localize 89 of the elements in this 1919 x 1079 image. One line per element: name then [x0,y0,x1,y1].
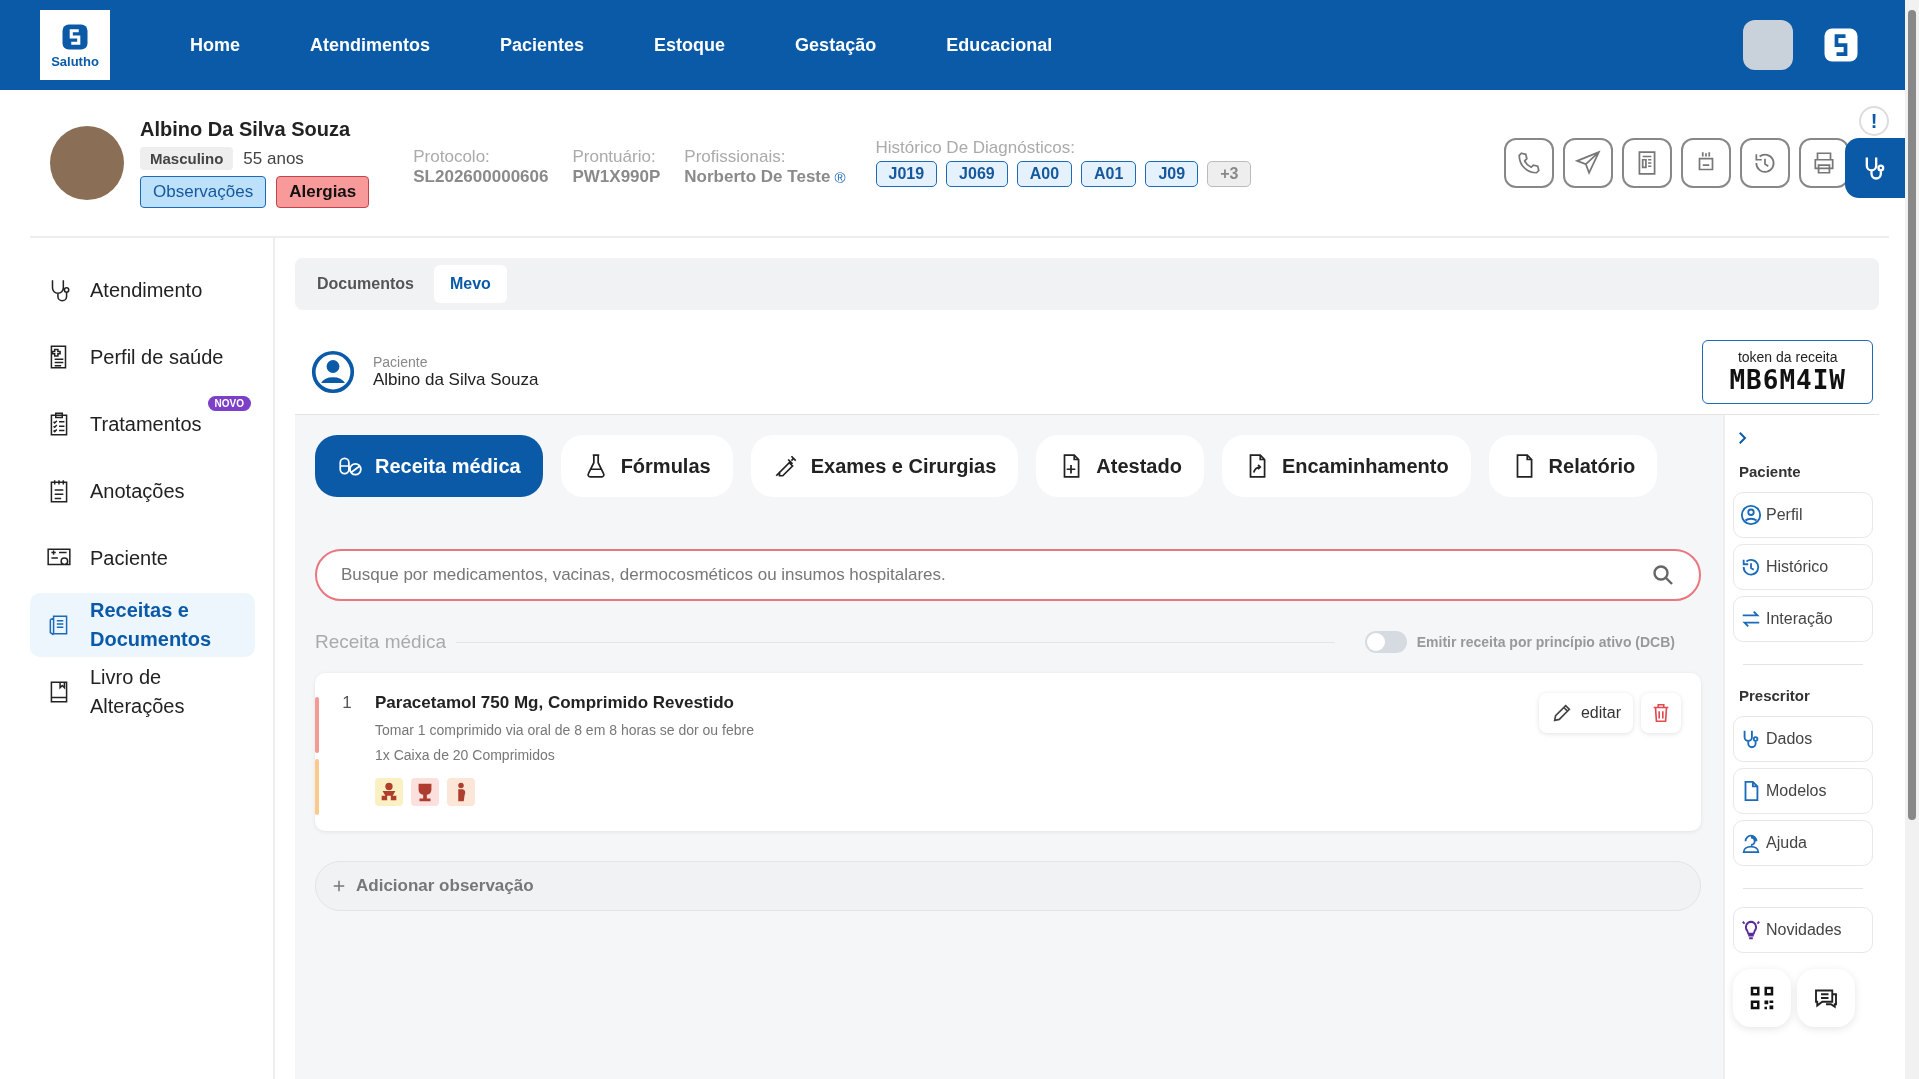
patient-age: 55 anos [243,148,304,169]
tab[interactable]: Mevo [433,265,507,303]
token-value: MB6M4IW [1729,365,1846,395]
app-logo[interactable]: Salutho [40,10,110,80]
logo-text: Salutho [51,53,99,69]
field-value: PW1X990P [572,167,661,187]
document-type-button[interactable]: Encaminhamento [1221,435,1471,497]
panel-button[interactable]: Ajuda [1733,820,1873,866]
user-circle-icon [311,350,355,394]
document-type-button[interactable]: Relatório [1488,435,1658,497]
sidebar-item[interactable]: Anotações [30,459,255,523]
sidebar-item[interactable]: Atendimento [30,258,255,322]
new-badge: NOVO [207,396,251,411]
field-value: SL202600000606 [413,167,549,187]
chat-button[interactable] [1797,969,1855,1027]
panel-button[interactable]: Histórico [1733,544,1873,590]
search-icon[interactable] [1651,563,1675,587]
action-button[interactable] [1799,138,1849,188]
add-observation-button[interactable]: Adicionar observação [315,861,1701,911]
document-type-button[interactable]: Receita médica [315,435,543,497]
swap-arrows-icon [1740,608,1762,630]
panel-button[interactable]: Modelos [1733,768,1873,814]
action-button[interactable] [1563,138,1613,188]
allergies-button[interactable]: Alergias [276,176,370,208]
headset-icon [1740,832,1762,854]
field-label: Histórico De Diagnósticos: [875,137,1076,158]
document-type-button[interactable]: Exames e Cirurgias [750,435,1019,497]
patient-name: Albino Da Silva Souza [140,118,352,141]
action-button[interactable] [1622,138,1672,188]
sidebar-item[interactable]: Tratamentos NOVO [30,392,255,456]
qr-code-button[interactable] [1733,969,1791,1027]
edit-button[interactable]: editar [1538,693,1633,733]
delete-button[interactable] [1641,693,1681,733]
dosage-instructions: Tomar 1 comprimido via oral de 8 em 8 horas se dor ou febre [375,722,755,738]
field-label: Prontuário: [572,147,657,167]
action-button[interactable] [1740,138,1790,188]
phone-icon [1516,150,1542,176]
nav-link[interactable]: Home [190,34,240,56]
document-type-button[interactable]: Fórmulas [560,435,733,497]
field-label: Profissionais: [684,147,787,167]
stethoscope-button[interactable] [1845,138,1905,198]
diagnosis-code[interactable]: A01 [1081,160,1137,187]
diagnosis-code[interactable]: J069 [946,160,1008,187]
sidebar-item[interactable]: Receitas e Documentos [30,593,255,657]
diagnosis-code[interactable]: A00 [1016,160,1073,187]
field-value: Norberto De Teste [684,167,831,187]
alert-badge[interactable]: ! [1861,108,1887,134]
item-number: 1 [341,693,353,714]
nav-link[interactable]: Atendimentos [310,34,431,56]
history-icon [1740,556,1762,578]
section-title: Receita médica [315,631,446,653]
panel-section-title: Paciente [1739,463,1802,480]
app-switch-icon[interactable] [1823,27,1859,63]
panel-button[interactable]: Novidades [1733,907,1873,953]
action-button[interactable] [1504,138,1554,188]
document-type-button[interactable]: Atestado [1036,435,1204,497]
nav-link[interactable]: Educacional [946,34,1053,56]
registered-mark: ® [834,168,846,186]
toggle-label: Emitir receita por princípio ativo (DCB) [1416,634,1675,650]
search-field[interactable]: Busque por medicamentos, vacinas, dermocosméticos ou insumos hospitalares. [315,549,1701,601]
field-label: Protocolo: [413,147,491,167]
user-avatar[interactable] [1743,20,1793,70]
printer-icon [1811,150,1837,176]
patient-label: Paciente [373,354,429,370]
toggle-switch[interactable] [1364,631,1407,653]
diagnosis-code[interactable]: J09 [1145,160,1199,187]
tab[interactable]: Documentos [317,265,414,303]
gender-tag: Masculino [140,147,234,170]
panel-button[interactable]: Perfil [1733,492,1873,538]
notes-button[interactable]: Observações [140,176,267,208]
diagnosis-code[interactable]: J019 [875,160,938,187]
sidebar-item[interactable]: Paciente [30,526,255,590]
panel-button[interactable]: Dados [1733,716,1873,762]
nav-link[interactable]: Gestação [795,34,877,56]
lightbulb-icon [1740,919,1762,941]
token-label: token da receita [1737,349,1838,365]
nav-link[interactable]: Estoque [654,34,726,56]
patient-card-name: Albino da Silva Souza [373,370,539,390]
medication-name: Paracetamol 750 Mg, Comprimido Revestido [375,693,735,713]
scrollbar[interactable] [1905,0,1919,1079]
send-icon [1575,150,1601,176]
panel-section-title: Prescritor [1739,687,1811,704]
sidebar-item[interactable]: Livro de Alterações [30,660,255,724]
scrollbar-thumb[interactable] [1908,10,1916,820]
quantity-text: 1x Caixa de 20 Comprimidos [375,747,556,763]
sidebar-item[interactable]: Perfil de saúde [30,325,255,389]
action-button[interactable] [1681,138,1731,188]
panel-button[interactable]: Interação [1733,596,1873,642]
nav-link[interactable]: Pacientes [500,34,585,56]
